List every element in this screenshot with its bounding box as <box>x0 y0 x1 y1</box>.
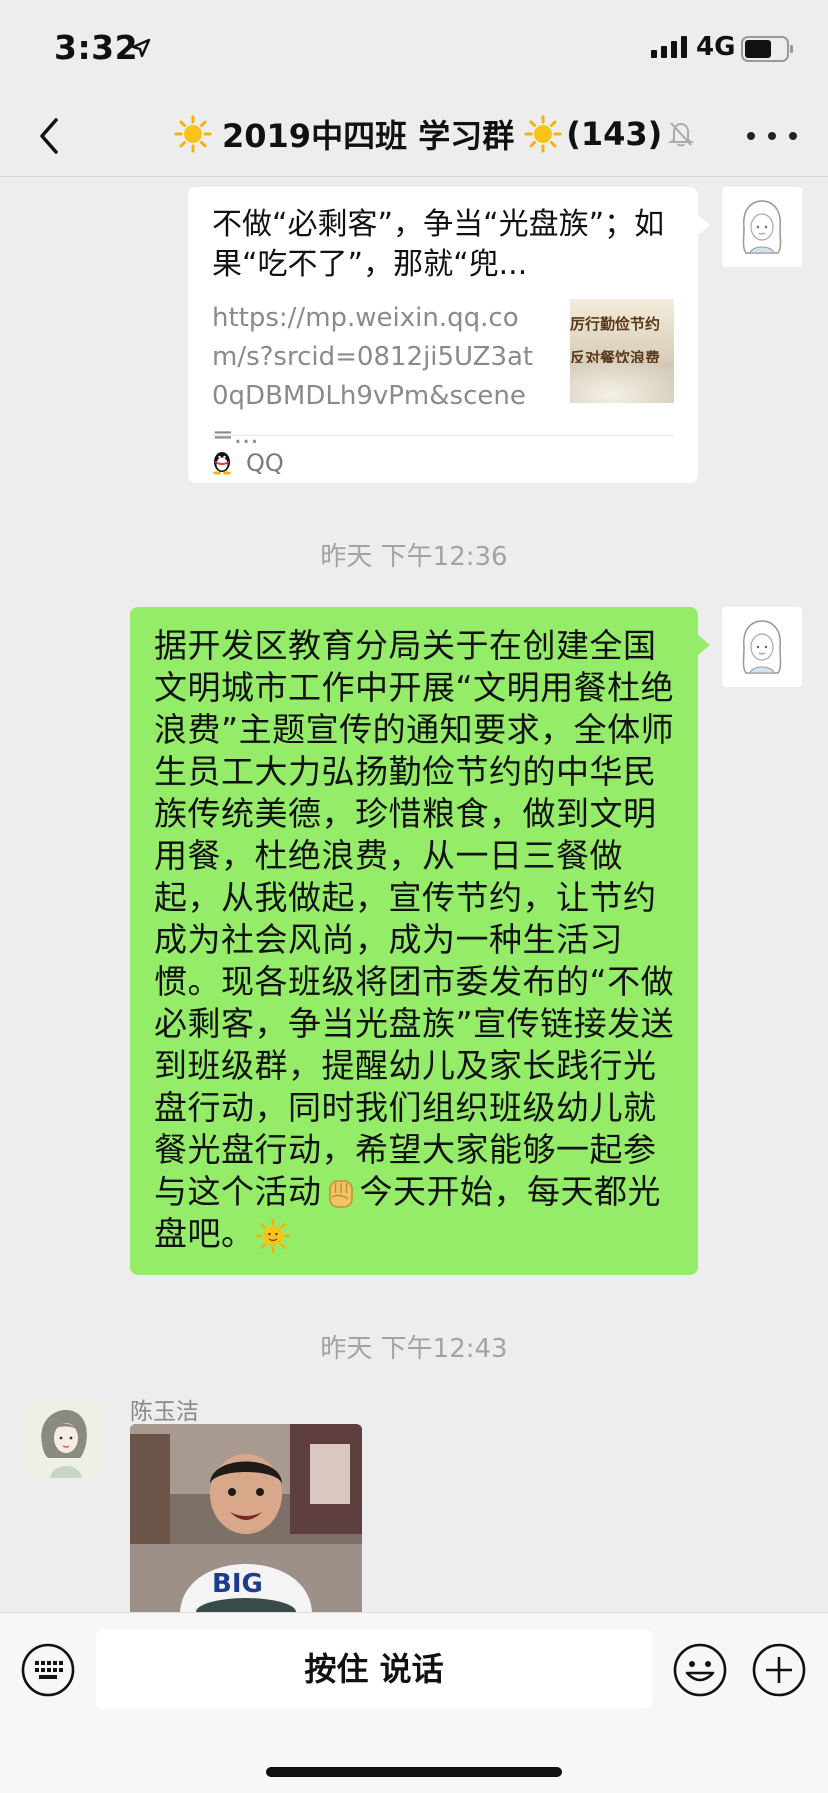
qq-penguin-icon <box>213 452 231 475</box>
chat-nav-bar: 2019中四班 学习群 (143) <box>0 96 828 177</box>
signal-icon <box>651 36 687 58</box>
status-bar: 3:32 4G <box>0 0 828 96</box>
link-source: QQ <box>246 449 284 477</box>
woman-avatar-icon <box>24 1398 104 1478</box>
link-card[interactable]: 不做“必剩客”，争当“光盘族”；如果“吃不了”，那就“兜... https://… <box>188 187 710 483</box>
link-url: https://mp.weixin.qq.com/s?srcid=0812ji5… <box>212 303 534 450</box>
chat-title: 2019中四班 学习群 (143) <box>170 112 695 156</box>
timestamp: 昨天 下午12:36 <box>320 542 508 572</box>
member-count: (143) <box>566 115 663 153</box>
mute-bell-icon <box>668 122 695 147</box>
sender-name: 陈玉洁 <box>130 1399 199 1425</box>
thumb-caption-1: 厉行勤俭节约 <box>570 315 661 333</box>
more-dots-icon[interactable] <box>747 124 797 148</box>
girl-avatar-icon <box>722 607 802 687</box>
shirt-print: BIG <box>212 1569 263 1599</box>
status-time: 3:32 <box>54 28 139 67</box>
avatar[interactable] <box>722 607 802 687</box>
sun-face-emoji-icon <box>255 1218 290 1253</box>
battery-icon <box>741 36 793 62</box>
sun-emoji-icon <box>174 115 212 153</box>
message-body: 据开发区教育分局关于在创建全国文明城市工作中开展“文明用餐杜绝浪费”主题宣传的通… <box>154 626 675 1211</box>
message-bubble[interactable]: 据开发区教育分局关于在创建全国文明城市工作中开展“文明用餐杜绝浪费”主题宣传的通… <box>130 607 710 1275</box>
network-label: 4G <box>696 32 736 62</box>
location-arrow-icon <box>131 38 151 58</box>
link-thumbnail: 厉行勤俭节约 反对餐饮浪费 <box>570 299 674 403</box>
divider <box>212 435 674 436</box>
hold-to-talk-button[interactable]: 按住 说话 <box>96 1629 652 1709</box>
avatar[interactable] <box>722 187 802 267</box>
home-indicator[interactable] <box>266 1767 562 1777</box>
fist-emoji-icon <box>328 1179 353 1208</box>
keyboard-icon[interactable] <box>21 1643 75 1697</box>
sun-emoji-icon <box>524 115 562 153</box>
message-text: 据开发区教育分局关于在创建全国文明城市工作中开展“文明用餐杜绝浪费”主题宣传的通… <box>154 625 676 1255</box>
child-photo: BIG <box>130 1424 362 1612</box>
photo-message[interactable]: BIG <box>130 1424 362 1612</box>
sender-avatar[interactable] <box>24 1398 104 1478</box>
girl-avatar-icon <box>722 187 802 267</box>
emoji-face-icon[interactable] <box>673 1643 727 1697</box>
group-name: 2019中四班 学习群 <box>222 117 515 155</box>
timestamp: 昨天 下午12:43 <box>320 1334 508 1364</box>
plus-icon[interactable] <box>752 1643 806 1697</box>
back-chevron-icon[interactable] <box>26 110 76 162</box>
link-title: 不做“必剩客”，争当“光盘族”；如果“吃不了”，那就“兜... <box>212 207 665 282</box>
rice-image <box>570 363 674 403</box>
input-bar: 按住 说话 <box>0 1612 828 1793</box>
